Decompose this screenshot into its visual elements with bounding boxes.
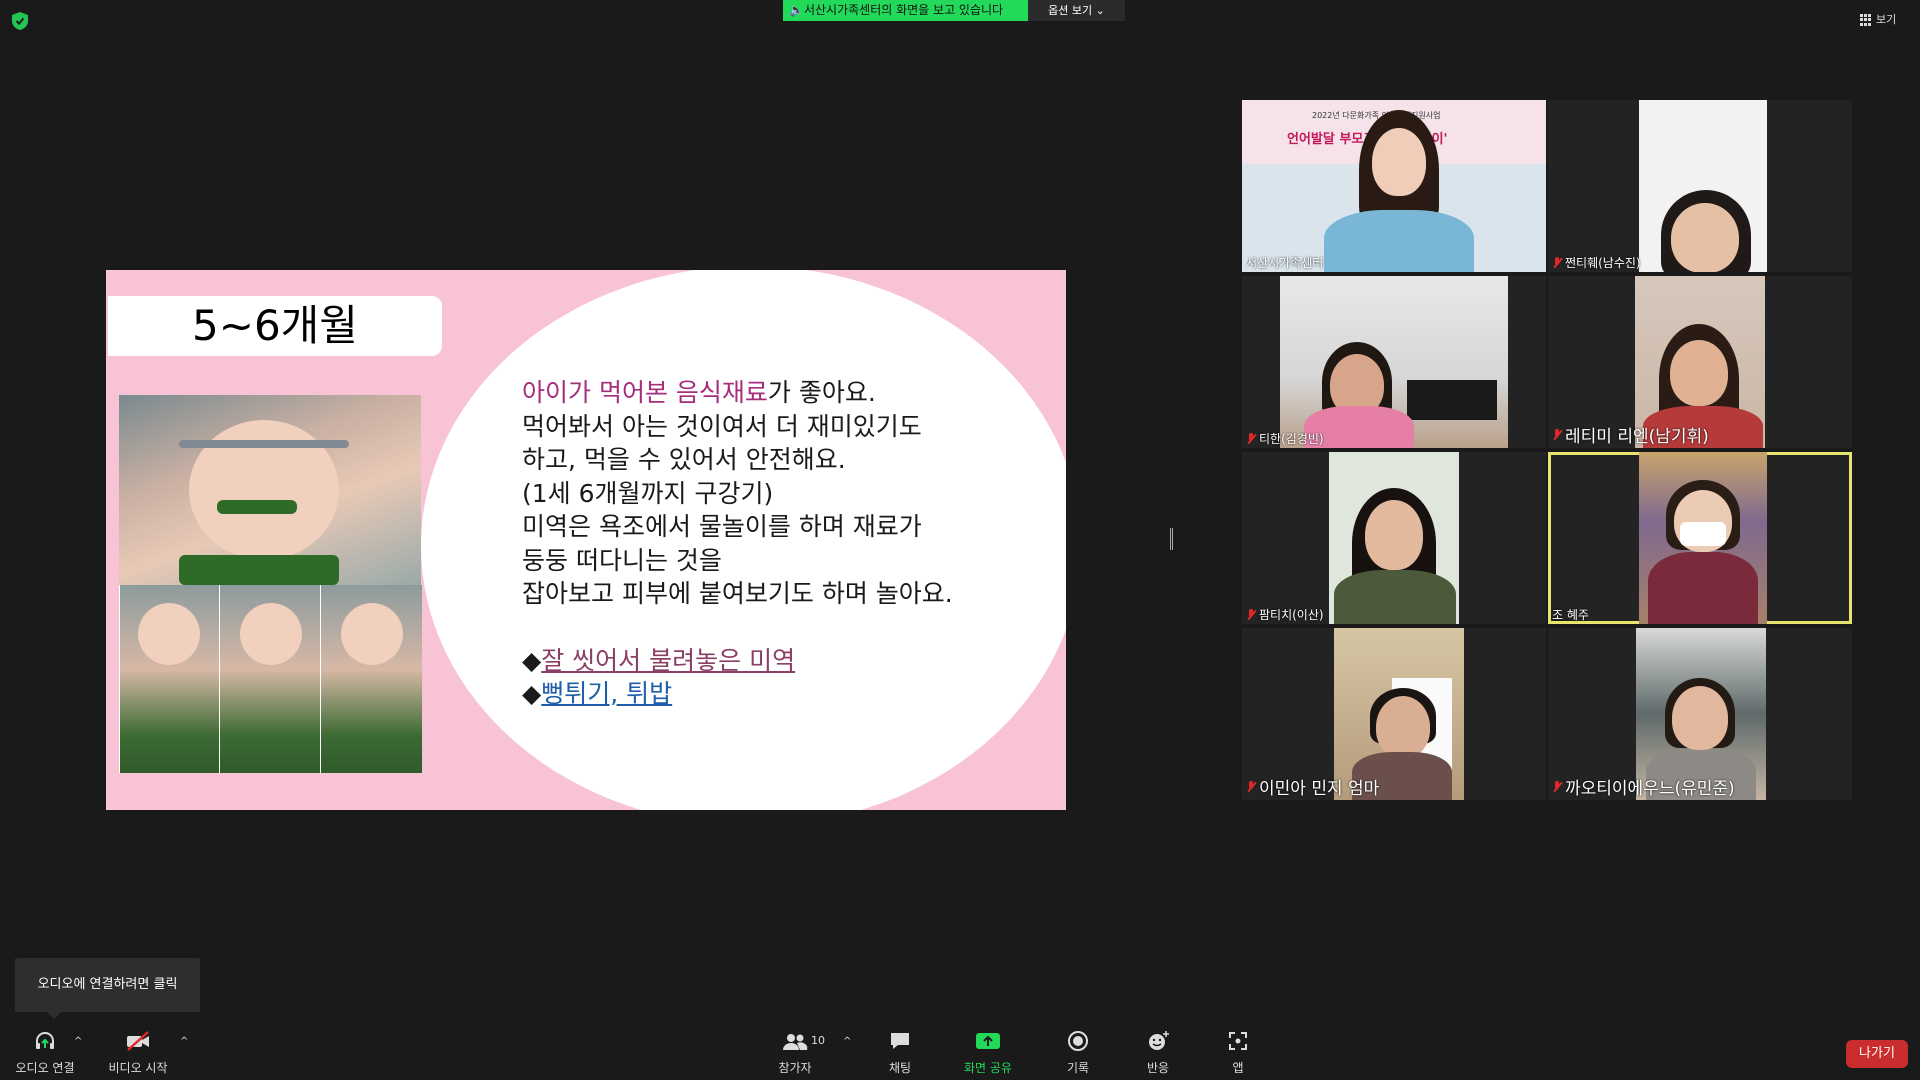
mic-muted-icon (1246, 780, 1256, 793)
chat-button[interactable]: 채팅 (880, 1030, 920, 1076)
participant-tile-7[interactable]: 이민아 민지 엄마 (1242, 628, 1546, 800)
security-shield-icon[interactable] (12, 12, 28, 30)
video-off-icon (127, 1031, 149, 1051)
view-options-button[interactable]: 옵션 보기 ⌄ (1028, 0, 1125, 21)
participant-tile-host[interactable]: 2022년 다문화가족 언어발달지원사업 언어발달 부모교육 '길라잡이' 서산… (1242, 100, 1546, 272)
slide-line-5: 미역은 욕조에서 물놀이를 하며 재료가 (522, 512, 922, 541)
participant-name: 서산시가족센터 (1246, 256, 1324, 270)
participants-options-caret[interactable]: ^ (843, 1036, 851, 1047)
headphones-icon (36, 1032, 54, 1049)
record-button[interactable]: 기록 (1058, 1030, 1098, 1076)
speaker-icon: 🔈 (789, 3, 804, 17)
view-button[interactable]: 보기 (1860, 10, 1896, 30)
chat-icon (891, 1033, 909, 1049)
participant-name: 티한(김경빈) (1246, 430, 1324, 447)
slide-line-6: 둥둥 떠다니는 것을 (522, 545, 722, 575)
participant-tile-active-speaker[interactable]: 조 혜주 (1548, 452, 1852, 624)
participant-name: 까오티이에우느(유민준) (1552, 774, 1735, 799)
share-screen-icon (976, 1033, 1000, 1049)
mic-muted-icon (1246, 608, 1256, 621)
record-icon (1068, 1031, 1088, 1051)
participant-tile-5[interactable]: 팜티치(이산) (1242, 452, 1546, 624)
shared-screen-slide: 5~6개월 아이가 먹어본 음식재료가 좋아요. 먹어봐서 아는 것이여서 더 … (106, 270, 1066, 810)
mic-muted-icon (1552, 256, 1562, 269)
chevron-down-icon: ⌄ (1095, 4, 1105, 17)
participant-tile-3[interactable]: 티한(김경빈) (1242, 276, 1546, 448)
baby-photo-main (119, 395, 421, 585)
screen-share-banner: 🔈서산시가족센터의 화면을 보고 있습니다 (783, 0, 1028, 21)
leave-meeting-button[interactable]: 나가기 (1846, 1040, 1908, 1068)
join-audio-button[interactable]: 오디오 연결 (10, 1030, 80, 1076)
reactions-button[interactable]: 반응 (1138, 1030, 1178, 1076)
slide-line-3: 하고, 먹을 수 있어서 안전해요. (522, 445, 846, 474)
grid-view-icon (1860, 14, 1872, 26)
participant-tile-8[interactable]: 까오티이에우느(유민준) (1548, 628, 1852, 800)
baby-photo-small-3 (320, 585, 422, 773)
apps-icon (1229, 1032, 1247, 1050)
apps-button[interactable]: 앱 (1222, 1030, 1254, 1076)
participant-name: 조 혜주 (1552, 608, 1589, 622)
smiley-plus-icon (1149, 1031, 1169, 1050)
slide-line-7: 잡아보고 피부에 붙여보기도 하며 놀아요. (522, 579, 953, 608)
mic-muted-icon (1246, 432, 1256, 445)
participant-name: 쩐티훼(남수진) (1552, 254, 1641, 271)
participants-icon (783, 1034, 808, 1050)
slide-line-2: 먹어봐서 아는 것이여서 더 재미있기도 (522, 411, 922, 441)
audio-options-caret[interactable]: ^ (74, 1036, 82, 1047)
slide-bullet-1: ◆잘 씻어서 불려놓은 미역 (522, 645, 796, 675)
slide-bullet-2: ◆뻥튀기, 튀밥 (522, 679, 673, 708)
participant-name: 레티미 리엔(남기휘) (1552, 422, 1709, 447)
audio-connect-tooltip: 오디오에 연결하려면 클릭 (15, 958, 200, 1019)
participant-name: 이민아 민지 엄마 (1246, 774, 1379, 799)
baby-photo-small-1 (119, 585, 220, 773)
mic-muted-icon (1552, 428, 1562, 441)
slide-line-1: 아이가 먹어본 음식재료가 좋아요. (522, 378, 876, 407)
participant-name: 팜티치(이산) (1246, 606, 1324, 623)
participant-tile-2[interactable]: 쩐티훼(남수진) (1548, 100, 1852, 272)
participant-tile-4[interactable]: 레티미 리엔(남기휘) (1548, 276, 1852, 448)
slide-body-text: 아이가 먹어본 음식재료가 좋아요. 먹어봐서 아는 것이여서 더 재미있기도 … (522, 376, 1066, 711)
mic-muted-icon (1552, 780, 1562, 793)
slide-line-4: (1세 6개월까지 구강기) (522, 478, 774, 508)
participants-count: 10 (811, 1034, 825, 1047)
start-video-button[interactable]: 비디오 시작 (102, 1030, 174, 1076)
slide-title: 5~6개월 (108, 296, 442, 356)
share-screen-button[interactable]: 화면 공유 (958, 1030, 1018, 1076)
video-options-caret[interactable]: ^ (180, 1036, 188, 1047)
panel-resize-handle[interactable] (1170, 528, 1173, 550)
baby-photo-small-2 (219, 585, 321, 773)
